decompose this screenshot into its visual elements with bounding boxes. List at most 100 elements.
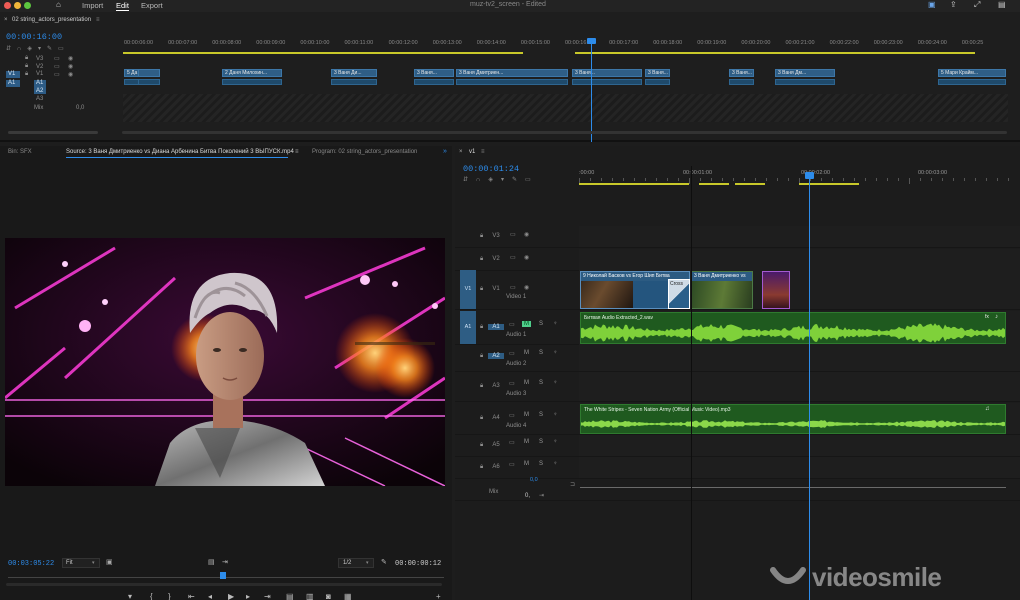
sync-icon[interactable]: ▭: [54, 63, 60, 70]
export-frame-icon[interactable]: ▦: [344, 592, 352, 600]
mute-button[interactable]: M: [522, 461, 531, 467]
upper-audio-clip[interactable]: [775, 79, 835, 85]
tab-program[interactable]: Program: 02 string_actors_presentation: [312, 149, 417, 155]
upper-video-clip[interactable]: 3 Ваня...: [572, 69, 642, 77]
track-target-a3[interactable]: A3: [488, 383, 504, 389]
camera-icon[interactable]: ◙: [326, 592, 331, 600]
upper-video-clip[interactable]: 3 Ваня Дм...: [775, 69, 835, 77]
tab-source[interactable]: Source: 3 Ваня Дмитриенко vs Диана Арбен…: [66, 149, 294, 155]
lock-icon[interactable]: 🔒︎: [25, 63, 28, 70]
upper-playhead[interactable]: [591, 42, 592, 142]
sequence-tab[interactable]: v1: [469, 149, 475, 155]
upper-audio-clip[interactable]: [572, 79, 642, 85]
sync-icon[interactable]: ▭: [509, 380, 515, 387]
close-sequence-icon[interactable]: ×: [4, 17, 8, 23]
workspace-icon[interactable]: ▣: [928, 0, 936, 9]
track-target-a5[interactable]: A5: [488, 442, 504, 448]
mute-button[interactable]: M: [522, 321, 531, 327]
video-clip-short[interactable]: [762, 271, 790, 309]
resolution-dropdown[interactable]: 1/2 ▾: [338, 558, 374, 568]
upper-video-clip[interactable]: 3 Ваня Ди...: [331, 69, 377, 77]
settings-panel-icon[interactable]: ▣: [106, 558, 113, 566]
insert-clip-icon[interactable]: ▤: [286, 592, 294, 600]
home-icon[interactable]: ⌂: [56, 0, 61, 9]
upper-audio-clip[interactable]: [222, 79, 282, 85]
eye-icon[interactable]: ◉: [68, 63, 73, 70]
mark-in-icon[interactable]: {: [150, 592, 153, 600]
sync-icon[interactable]: ▭: [509, 321, 515, 328]
sync-icon[interactable]: ▭: [510, 284, 516, 291]
track-target-v1[interactable]: V1: [488, 286, 504, 292]
play-icon[interactable]: ▶: [228, 592, 234, 600]
upper-audio-clip[interactable]: [331, 79, 377, 85]
microphone-icon[interactable]: ♆: [553, 461, 558, 467]
mute-button[interactable]: M: [522, 412, 531, 418]
microphone-icon[interactable]: ♆: [553, 412, 558, 418]
mix-value[interactable]: 0,: [525, 493, 530, 499]
zoom-window-button[interactable]: [24, 2, 31, 9]
upper-audio-clip[interactable]: [456, 79, 568, 85]
track-target-v3[interactable]: V3: [488, 233, 504, 239]
source-menu-icon[interactable]: ≡: [295, 149, 299, 155]
sequence-tool-icons[interactable]: ⇵∩◈▾✎▭: [463, 176, 539, 183]
source-patch-v1[interactable]: V1: [460, 270, 476, 309]
lock-icon[interactable]: 🔒︎: [480, 353, 483, 360]
menu-export[interactable]: Export: [141, 1, 163, 10]
track-target-a6[interactable]: A6: [488, 464, 504, 470]
lock-icon[interactable]: 🔒︎: [480, 233, 483, 240]
solo-button[interactable]: S: [539, 350, 543, 356]
upper-audio-clip[interactable]: [645, 79, 670, 85]
mute-button[interactable]: M: [522, 439, 531, 445]
source-playhead[interactable]: [220, 572, 226, 579]
upper-timecode[interactable]: 00:00:16:00: [6, 32, 62, 42]
source-patch-a1[interactable]: A1: [460, 311, 476, 344]
sync-icon[interactable]: ▭: [54, 55, 60, 62]
microphone-icon[interactable]: ♆: [553, 321, 558, 327]
menu-import[interactable]: Import: [82, 1, 103, 10]
add-button-icon[interactable]: +: [436, 592, 441, 600]
upper-playhead-handle[interactable]: [587, 38, 596, 44]
upper-audio-clip[interactable]: [138, 79, 160, 85]
upper-video-clip[interactable]: 3 Ваня...: [645, 69, 670, 77]
solo-button[interactable]: S: [539, 461, 543, 467]
lock-icon[interactable]: 🔒︎: [480, 383, 483, 390]
upper-tool-icons[interactable]: ⇵∩◈▾✎▭: [6, 45, 70, 52]
lock-icon[interactable]: 🔒︎: [480, 256, 483, 263]
lock-icon[interactable]: 🔒︎: [480, 464, 483, 471]
upper-video-clip[interactable]: [138, 69, 160, 77]
upper-video-clip[interactable]: 3 Ваня...: [729, 69, 754, 77]
cross-dissolve-transition[interactable]: Cross: [668, 279, 690, 309]
sync-icon[interactable]: ▭: [510, 254, 516, 261]
sync-icon[interactable]: ▭: [509, 412, 515, 419]
upper-zoom-scrollbar[interactable]: [8, 131, 98, 134]
microphone-icon[interactable]: ♆: [553, 350, 558, 356]
lock-icon[interactable]: 🔒︎: [25, 71, 28, 78]
mute-button[interactable]: M: [522, 380, 531, 386]
upper-video-clip[interactable]: 3 Ваня Дмитриен...: [456, 69, 568, 77]
fullscreen-icon[interactable]: ⤢: [974, 0, 980, 10]
microphone-icon[interactable]: ♆: [553, 439, 558, 445]
step-forward-icon[interactable]: ▸: [246, 592, 250, 600]
close-sequence-icon[interactable]: ×: [459, 149, 463, 155]
lock-icon[interactable]: 🔒︎: [480, 442, 483, 449]
marker-icon[interactable]: ▤: [208, 558, 215, 566]
mix-chevron-icon[interactable]: ⊐: [570, 481, 575, 488]
fit-dropdown[interactable]: Fit ▾: [62, 558, 100, 568]
sequence-playhead-handle[interactable]: [805, 172, 814, 179]
settings-icon[interactable]: ▤: [998, 0, 1006, 9]
solo-button[interactable]: S: [539, 412, 543, 418]
sync-icon[interactable]: ▭: [54, 71, 60, 78]
track-target-v2[interactable]: V2: [488, 256, 504, 262]
wrench-icon[interactable]: ✎: [381, 558, 387, 566]
mute-button[interactable]: M: [522, 350, 531, 356]
go-to-out-icon[interactable]: ⇥: [264, 592, 271, 600]
solo-button[interactable]: S: [539, 321, 543, 327]
close-window-button[interactable]: [4, 2, 11, 9]
source-video-frame[interactable]: [5, 238, 445, 486]
panel-overflow-icon[interactable]: »: [443, 148, 447, 155]
source-playhead-timecode[interactable]: 00:03:05:22: [8, 560, 54, 568]
eye-icon[interactable]: ◉: [68, 71, 73, 78]
minimize-window-button[interactable]: [14, 2, 21, 9]
source-zoom-scrollbar[interactable]: [6, 583, 442, 586]
go-to-in-icon[interactable]: ⇤: [188, 592, 195, 600]
